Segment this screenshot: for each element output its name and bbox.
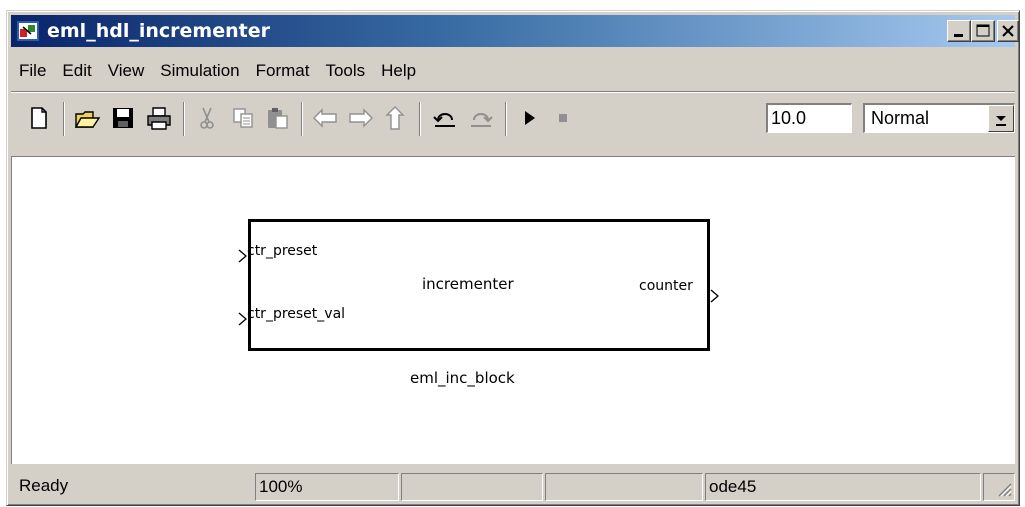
minimize-button[interactable] [947,20,971,42]
menu-help[interactable]: Help [373,57,424,85]
paste-button[interactable] [263,104,291,132]
close-icon [1002,25,1014,37]
forward-arrow-icon [349,108,373,128]
new-file-icon [31,107,47,129]
solver-name: ode45 [705,473,981,501]
toolbar-separator [301,102,303,136]
play-icon [525,111,535,125]
cut-button[interactable] [193,104,221,132]
toolbar-separator [63,102,65,136]
redo-button[interactable] [467,104,495,132]
print-icon [147,107,171,130]
menu-simulation[interactable]: Simulation [152,57,247,85]
block-name: incrementer [422,275,514,293]
window-title: eml_hdl_incrementer [47,20,270,42]
up-arrow-icon [385,106,405,130]
input-port-ctr-preset[interactable]: ctr_preset [247,243,317,259]
simulink-model-window: eml_hdl_incrementer File Edit View Simul… [6,10,1020,506]
stop-icon [559,114,567,122]
status-cell-empty [545,473,703,501]
simulink-app-icon[interactable] [17,21,39,41]
close-button[interactable] [997,20,1019,42]
redo-icon [471,113,493,127]
toolbar: 10.0 Normal [11,91,1015,142]
block-label[interactable]: eml_inc_block [410,369,515,387]
menu-tools[interactable]: Tools [317,57,373,85]
title-bar[interactable]: eml_hdl_incrementer [11,15,1019,47]
stop-simulation-button[interactable] [549,104,577,132]
resize-grip[interactable] [983,473,1015,501]
new-file-button[interactable] [25,104,53,132]
toolbar-separator [505,102,507,136]
undo-icon [433,113,455,127]
simulation-mode-value: Normal [871,108,930,128]
input-port-ctr-preset-val[interactable]: ctr_preset_val [247,306,345,322]
back-arrow-icon [313,108,337,128]
status-cell-empty [401,473,543,501]
print-button[interactable] [145,104,173,132]
menu-file[interactable]: File [11,57,54,85]
status-text: Ready [19,476,69,495]
paste-icon [268,108,288,129]
maximize-icon [976,24,990,37]
back-button[interactable] [311,104,339,132]
eml-inc-block[interactable]: ctr_preset ctr_preset_val incrementer co… [247,219,710,351]
stop-time-input[interactable]: 10.0 [766,103,852,133]
toolbar-separator [419,102,421,136]
output-port-arrow-icon [710,289,719,303]
save-button[interactable] [109,104,137,132]
menu-edit[interactable]: Edit [54,57,99,85]
simulation-mode-select[interactable]: Normal [863,103,1015,133]
copy-button[interactable] [229,104,257,132]
open-button[interactable] [73,104,101,132]
zoom-level: 100% [255,473,399,501]
menu-bar: File Edit View Simulation Format Tools H… [11,57,1015,85]
menu-view[interactable]: View [100,57,153,85]
cut-icon [200,107,214,129]
status-bar: Ready 100% ode45 [11,473,1015,501]
save-icon [113,108,133,128]
menu-format[interactable]: Format [248,57,318,85]
toolbar-separator [183,102,185,136]
maximize-button[interactable] [971,20,995,42]
copy-icon [233,108,253,128]
chevron-down-icon [996,116,1006,126]
undo-button[interactable] [431,104,459,132]
up-button[interactable] [381,104,409,132]
open-folder-icon [74,111,101,128]
output-port-counter[interactable]: counter [639,278,693,294]
simulation-mode-dropdown-button[interactable] [988,105,1014,132]
model-canvas[interactable]: ctr_preset ctr_preset_val incrementer co… [11,156,1015,464]
minimize-icon [954,34,963,37]
forward-button[interactable] [347,104,375,132]
resize-grip-icon [998,483,1012,497]
start-simulation-button[interactable] [515,104,543,132]
